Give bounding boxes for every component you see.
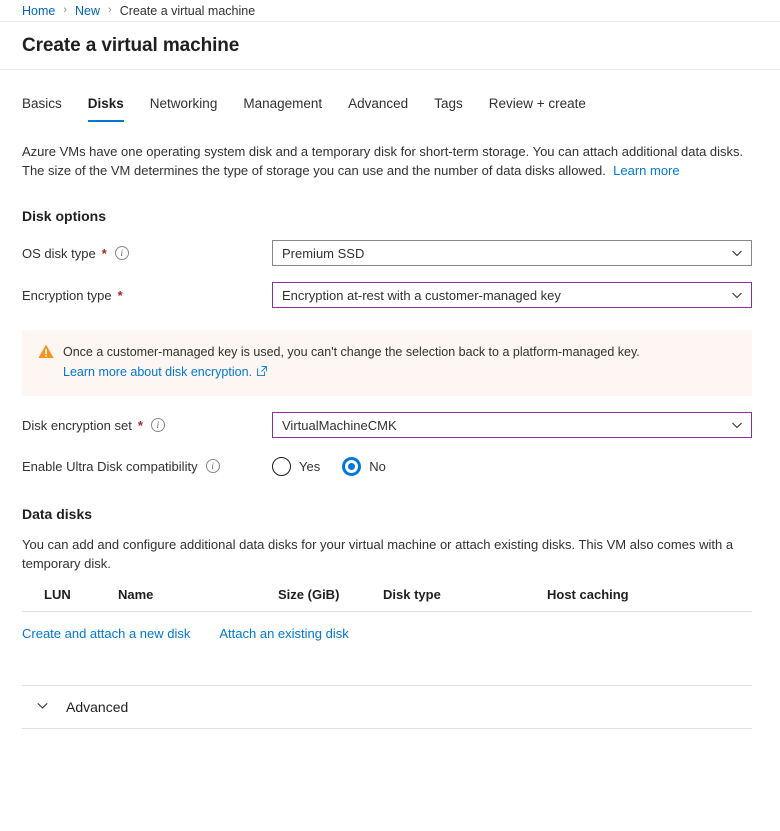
disk-options-heading: Disk options <box>22 208 758 224</box>
os-disk-type-label-text: OS disk type <box>22 246 96 261</box>
tab-basics[interactable]: Basics <box>22 96 75 122</box>
cmk-warning-banner: Once a customer-managed key is used, you… <box>22 330 752 396</box>
ultra-disk-radio-group: Yes No <box>272 457 752 476</box>
disk-encryption-set-label-text: Disk encryption set <box>22 418 132 433</box>
warning-message: Once a customer-managed key is used, you… <box>63 343 640 361</box>
data-disks-description: You can add and configure additional dat… <box>22 535 734 573</box>
data-disks-actions: Create and attach a new disk Attach an e… <box>22 626 752 641</box>
warning-link-row: Learn more about disk encryption. <box>63 363 640 381</box>
ultra-disk-radio-yes[interactable]: Yes <box>272 457 320 476</box>
disks-intro-text: Azure VMs have one operating system disk… <box>22 142 752 180</box>
encryption-type-value: Encryption at-rest with a customer-manag… <box>282 288 561 303</box>
info-icon[interactable]: i <box>115 246 129 260</box>
attach-existing-disk-link[interactable]: Attach an existing disk <box>219 626 348 641</box>
disk-encryption-set-select[interactable]: VirtualMachineCMK <box>272 412 752 438</box>
tab-disks[interactable]: Disks <box>75 96 137 122</box>
chevron-down-icon <box>731 289 743 301</box>
ultra-disk-radio-no-label: No <box>369 459 386 474</box>
column-header-lun: LUN <box>22 587 118 602</box>
os-disk-type-row: OS disk type * i Premium SSD <box>22 240 758 266</box>
learn-more-link[interactable]: Learn more <box>613 163 679 178</box>
os-disk-type-select[interactable]: Premium SSD <box>272 240 752 266</box>
breadcrumb-separator: › <box>108 5 112 16</box>
breadcrumb-item-home[interactable]: Home <box>22 4 55 18</box>
required-asterisk: * <box>102 246 107 261</box>
column-header-size: Size (GiB) <box>278 587 383 602</box>
ultra-disk-label: Enable Ultra Disk compatibility i <box>22 459 272 474</box>
encryption-type-select[interactable]: Encryption at-rest with a customer-manag… <box>272 282 752 308</box>
encryption-type-label-text: Encryption type <box>22 288 112 303</box>
encryption-type-label: Encryption type * <box>22 288 272 303</box>
tab-management[interactable]: Management <box>230 96 335 122</box>
chevron-down-icon <box>731 419 743 431</box>
info-icon[interactable]: i <box>151 418 165 432</box>
ultra-disk-label-text: Enable Ultra Disk compatibility <box>22 459 198 474</box>
column-header-name: Name <box>118 587 278 602</box>
disk-encryption-set-label: Disk encryption set * i <box>22 418 272 433</box>
encryption-type-field: Encryption at-rest with a customer-manag… <box>272 282 752 308</box>
os-disk-type-label: OS disk type * i <box>22 246 272 261</box>
column-header-host-caching: Host caching <box>547 587 697 602</box>
tab-tags[interactable]: Tags <box>421 96 476 122</box>
breadcrumb: Home › New › Create a virtual machine <box>0 0 780 22</box>
encryption-type-row: Encryption type * Encryption at-rest wit… <box>22 282 758 308</box>
info-icon[interactable]: i <box>206 459 220 473</box>
data-disks-table: LUN Name Size (GiB) Disk type Host cachi… <box>22 587 752 641</box>
breadcrumb-separator: › <box>63 5 67 16</box>
ultra-disk-radio-no[interactable]: No <box>342 457 386 476</box>
breadcrumb-item-current: Create a virtual machine <box>120 4 255 18</box>
data-disks-table-header: LUN Name Size (GiB) Disk type Host cachi… <box>22 587 752 612</box>
disk-encryption-set-row: Disk encryption set * i VirtualMachineCM… <box>22 412 758 438</box>
chevron-down-icon <box>731 247 743 259</box>
os-disk-type-field: Premium SSD <box>272 240 752 266</box>
warning-body: Once a customer-managed key is used, you… <box>63 343 640 381</box>
create-and-attach-new-disk-link[interactable]: Create and attach a new disk <box>22 626 190 641</box>
required-asterisk: * <box>138 418 143 433</box>
ultra-disk-radio-yes-label: Yes <box>299 459 320 474</box>
page-header: Create a virtual machine <box>0 22 780 70</box>
radio-checked-icon <box>342 457 361 476</box>
tab-networking[interactable]: Networking <box>137 96 231 122</box>
ultra-disk-row: Enable Ultra Disk compatibility i Yes No <box>22 454 758 478</box>
page-title: Create a virtual machine <box>22 35 239 57</box>
advanced-section: Advanced <box>22 685 752 729</box>
data-disks-heading: Data disks <box>22 506 758 522</box>
tab-review-create[interactable]: Review + create <box>476 96 599 122</box>
tab-bar: Basics Disks Networking Management Advan… <box>0 70 780 122</box>
advanced-section-label: Advanced <box>66 699 128 715</box>
chevron-down-icon <box>36 699 49 715</box>
required-asterisk: * <box>118 288 123 303</box>
disk-encryption-set-value: VirtualMachineCMK <box>282 418 397 433</box>
warning-triangle-icon <box>38 344 54 362</box>
external-link-icon <box>257 363 267 381</box>
disk-encryption-set-field: VirtualMachineCMK <box>272 412 752 438</box>
advanced-section-toggle[interactable]: Advanced <box>22 686 752 728</box>
radio-unchecked-icon <box>272 457 291 476</box>
breadcrumb-item-new[interactable]: New <box>75 4 100 18</box>
os-disk-type-value: Premium SSD <box>282 246 364 261</box>
disk-encryption-learn-more-link[interactable]: Learn more about disk encryption. <box>63 363 252 381</box>
tab-advanced[interactable]: Advanced <box>335 96 421 122</box>
column-header-disk-type: Disk type <box>383 587 547 602</box>
ultra-disk-field: Yes No <box>272 457 752 476</box>
